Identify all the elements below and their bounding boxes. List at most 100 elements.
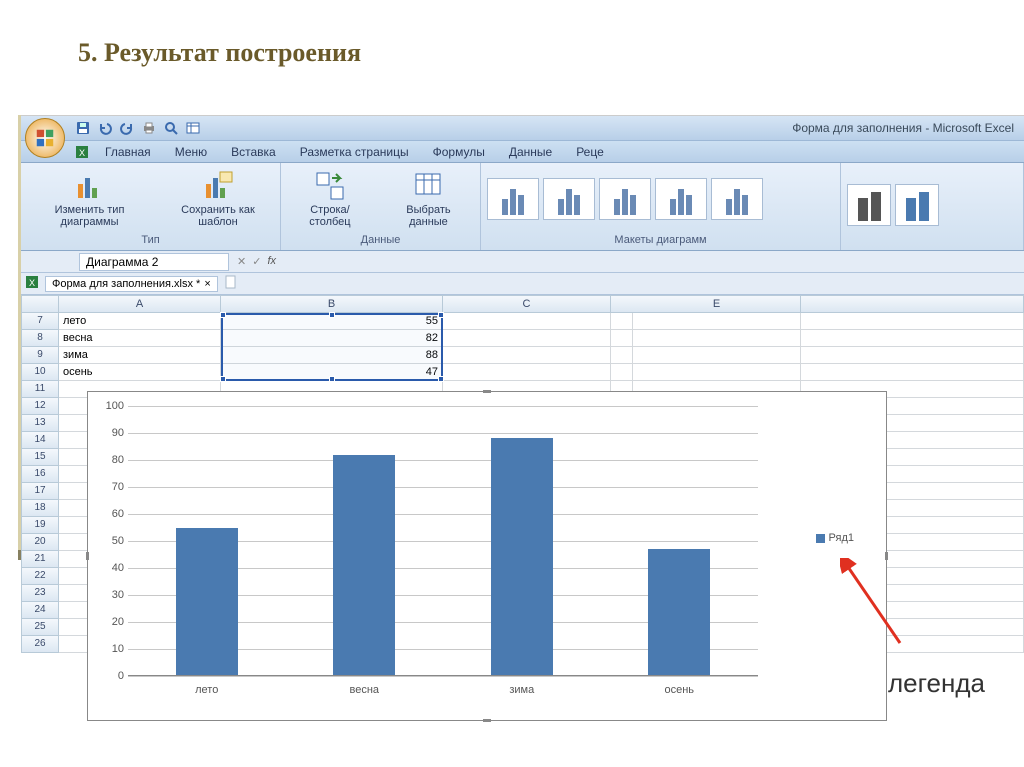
row-header[interactable]: 26 <box>21 636 59 653</box>
undo-icon[interactable] <box>97 120 113 136</box>
cell[interactable] <box>801 313 1024 330</box>
cell[interactable] <box>801 330 1024 347</box>
change-chart-type-button[interactable]: Изменить тип диаграммы <box>27 168 152 230</box>
row-header[interactable]: 23 <box>21 585 59 602</box>
cell[interactable] <box>801 347 1024 364</box>
layout-thumb-1[interactable] <box>487 178 539 220</box>
layout-thumb-5[interactable] <box>711 178 763 220</box>
layout-thumb-3[interactable] <box>599 178 651 220</box>
embedded-chart[interactable]: 0102030405060708090100летовесназимаосень… <box>87 391 887 721</box>
row-header[interactable]: 17 <box>21 483 59 500</box>
cell[interactable] <box>801 364 1024 381</box>
tab-pagelayout[interactable]: Разметка страницы <box>288 142 421 162</box>
layout-thumb-4[interactable] <box>655 178 707 220</box>
style-thumb-1[interactable] <box>847 184 891 226</box>
cell[interactable] <box>633 364 801 381</box>
cancel-formula-icon[interactable]: ✕ <box>237 255 246 268</box>
print-icon[interactable] <box>141 120 157 136</box>
select-data-button[interactable]: Выбрать данные <box>383 168 474 230</box>
switch-row-column-button[interactable]: Строка/столбец <box>287 168 373 230</box>
cell[interactable] <box>633 347 801 364</box>
worksheet-grid[interactable]: A B C E 7лето558весна829зима8810осень471… <box>21 295 1024 735</box>
chart-bar[interactable] <box>648 549 710 676</box>
cell[interactable] <box>611 347 633 364</box>
chart-bar[interactable] <box>176 528 238 677</box>
cell[interactable]: 82 <box>221 330 443 347</box>
save-icon[interactable] <box>75 120 91 136</box>
chart-bar[interactable] <box>333 455 395 676</box>
save-as-template-button[interactable]: Сохранить как шаблон <box>162 168 274 230</box>
row-header[interactable]: 11 <box>21 381 59 398</box>
tab-home[interactable]: Главная <box>93 142 163 162</box>
row-header[interactable]: 12 <box>21 398 59 415</box>
chart-layouts-gallery[interactable] <box>487 178 763 220</box>
chart-legend[interactable]: Ряд1 <box>816 532 854 544</box>
confirm-formula-icon[interactable]: ✓ <box>252 255 261 268</box>
fx-icon[interactable]: fx <box>267 255 276 268</box>
tab-insert[interactable]: Вставка <box>219 142 288 162</box>
cell[interactable] <box>611 313 633 330</box>
cell[interactable] <box>611 364 633 381</box>
style-thumb-2[interactable] <box>895 184 939 226</box>
cell[interactable]: весна <box>59 330 221 347</box>
y-axis-tick: 10 <box>98 643 124 655</box>
cell[interactable] <box>443 364 611 381</box>
row-header[interactable]: 19 <box>21 517 59 534</box>
col-header-a[interactable]: A <box>59 295 221 313</box>
new-doc-icon[interactable] <box>224 275 238 292</box>
document-tab[interactable]: Форма для заполнения.xlsx * × <box>45 276 218 292</box>
redo-icon[interactable] <box>119 120 135 136</box>
cell[interactable]: 55 <box>221 313 443 330</box>
row-header[interactable]: 15 <box>21 449 59 466</box>
cell[interactable] <box>633 313 801 330</box>
preview-icon[interactable] <box>163 120 179 136</box>
row-header[interactable]: 18 <box>21 500 59 517</box>
tab-data[interactable]: Данные <box>497 142 564 162</box>
xls-tab-icon[interactable]: X <box>71 145 93 162</box>
layout-thumb-2[interactable] <box>543 178 595 220</box>
group-data-label: Данные <box>287 232 474 248</box>
row-header[interactable]: 20 <box>21 534 59 551</box>
cell[interactable] <box>443 330 611 347</box>
chart-plot-area[interactable]: 0102030405060708090100летовесназимаосень <box>128 406 758 676</box>
row-header[interactable]: 9 <box>21 347 59 364</box>
tab-review[interactable]: Реце <box>564 142 616 162</box>
close-tab-icon[interactable]: × <box>204 278 210 290</box>
table-icon[interactable] <box>185 120 201 136</box>
row-header[interactable]: 14 <box>21 432 59 449</box>
table-row: 7лето55 <box>21 313 1024 330</box>
col-header-c[interactable]: C <box>443 295 611 313</box>
row-header[interactable]: 8 <box>21 330 59 347</box>
row-header[interactable]: 22 <box>21 568 59 585</box>
row-header[interactable]: 10 <box>21 364 59 381</box>
tab-formulas[interactable]: Формулы <box>421 142 497 162</box>
chart-styles-gallery[interactable] <box>847 184 939 226</box>
y-axis-tick: 90 <box>98 427 124 439</box>
cell[interactable]: 47 <box>221 364 443 381</box>
cell[interactable]: зима <box>59 347 221 364</box>
select-all-corner[interactable] <box>21 295 59 313</box>
col-header-b[interactable]: B <box>221 295 443 313</box>
cell[interactable] <box>443 313 611 330</box>
col-header-rest[interactable] <box>801 295 1024 313</box>
row-header[interactable]: 16 <box>21 466 59 483</box>
row-header[interactable]: 13 <box>21 415 59 432</box>
row-header[interactable]: 21 <box>21 551 59 568</box>
row-header[interactable]: 7 <box>21 313 59 330</box>
x-axis-label: осень <box>639 684 719 696</box>
name-box[interactable]: Диаграмма 2 <box>79 253 229 271</box>
cell[interactable]: 88 <box>221 347 443 364</box>
y-axis-tick: 20 <box>98 616 124 628</box>
save-as-template-label: Сохранить как шаблон <box>166 204 270 228</box>
row-header[interactable]: 24 <box>21 602 59 619</box>
cell[interactable]: осень <box>59 364 221 381</box>
chart-bar[interactable] <box>491 438 553 676</box>
cell[interactable]: лето <box>59 313 221 330</box>
cell[interactable] <box>443 347 611 364</box>
row-header[interactable]: 25 <box>21 619 59 636</box>
tab-menu[interactable]: Меню <box>163 142 219 162</box>
col-header-e[interactable]: E <box>633 295 801 313</box>
cell[interactable] <box>633 330 801 347</box>
cell[interactable] <box>611 330 633 347</box>
office-button[interactable] <box>25 118 65 158</box>
